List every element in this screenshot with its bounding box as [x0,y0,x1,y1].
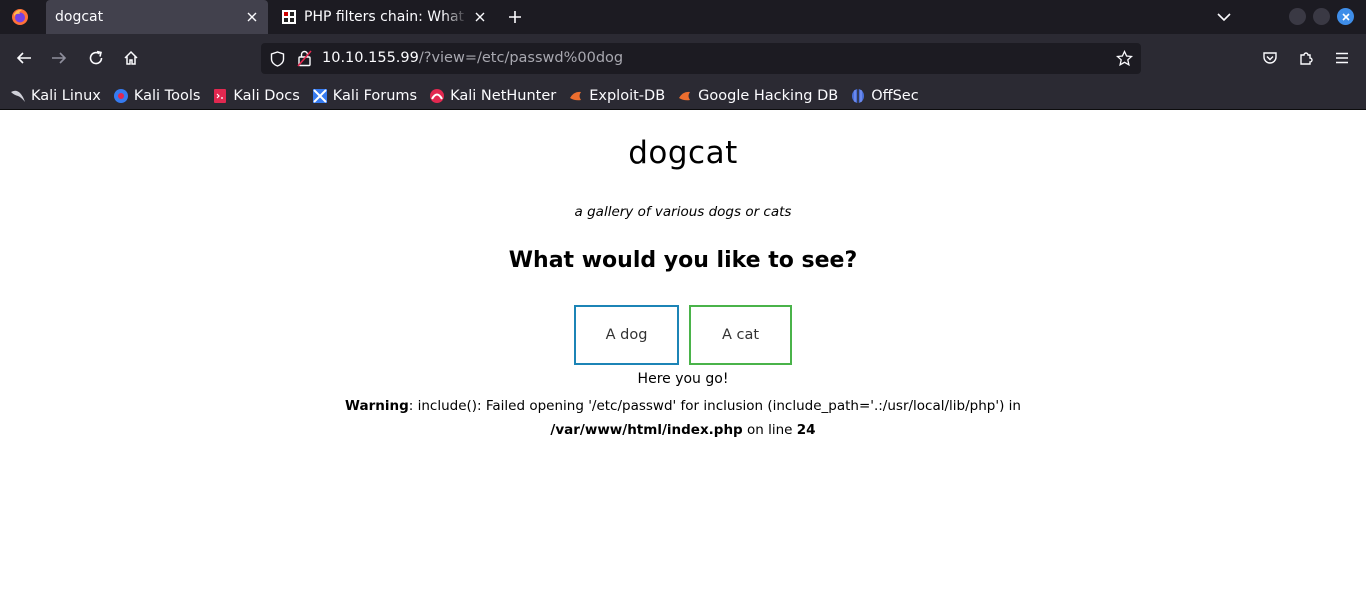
close-tab-icon[interactable] [468,5,492,29]
url-text[interactable]: 10.10.155.99/?view=/etc/passwd%00dog [322,50,623,66]
warning-line-number: 24 [796,422,816,438]
bookmark-star-icon[interactable] [1116,50,1133,67]
bookmark-google-hacking-db[interactable]: Google Hacking DB [677,88,838,104]
bookmark-label: OffSec [871,87,919,104]
list-all-tabs-button[interactable] [1212,5,1236,29]
bookmark-kali-docs[interactable]: Kali Docs [212,87,300,104]
bookmarks-toolbar: Kali Linux Kali Tools Kali Docs Kali For… [0,82,1366,110]
bookmark-label: Kali NetHunter [450,87,557,104]
bookmark-label: Kali Linux [31,87,101,104]
forward-button[interactable] [47,46,71,70]
tab-title: dogcat [55,9,104,25]
warning-file: /var/www/html/index.php [550,422,743,438]
favicon-icon [282,10,296,24]
hamburger-menu-icon [1336,52,1348,64]
bookmark-kali-linux[interactable]: Kali Linux [10,88,101,104]
app-menu-button[interactable] [1330,46,1354,70]
url-path: /?view=/etc/passwd%00dog [418,50,624,66]
puzzle-icon [1300,52,1313,65]
extensions-button[interactable] [1294,46,1318,70]
new-tab-button[interactable] [503,5,527,29]
kali-linux-icon [11,90,25,102]
offsec-icon [852,88,865,103]
pocket-button[interactable] [1258,46,1282,70]
bookmark-offsec[interactable]: OffSec [850,88,919,104]
navigation-toolbar: 10.10.155.99/?view=/etc/passwd%00dog [0,34,1366,82]
insecure-lock-icon[interactable] [297,50,312,67]
close-window-button[interactable] [1337,8,1354,25]
address-bar[interactable]: 10.10.155.99/?view=/etc/passwd%00dog [261,43,1141,74]
home-button[interactable] [119,46,143,70]
kali-tools-icon [113,88,128,103]
plus-icon [509,11,521,23]
bookmark-label: Kali Docs [233,87,300,104]
home-icon [124,50,138,65]
tab-dogcat[interactable]: dogcat [46,0,268,34]
back-button[interactable] [12,46,36,70]
minimize-button[interactable] [1289,8,1306,25]
reload-button[interactable] [84,46,108,70]
shield-icon[interactable] [270,51,285,67]
close-icon [1341,12,1350,21]
exploit-db-icon [570,91,582,100]
site-subtitle: a gallery of various dogs or cats [574,204,792,220]
bookmark-label: Exploit-DB [589,87,666,104]
warning-label: Warning [345,398,409,414]
page-content: dogcat a gallery of various dogs or cats… [0,110,1366,589]
bookmark-kali-tools[interactable]: Kali Tools [113,87,201,104]
tab-php-filters[interactable]: PHP filters chain: What is [274,0,496,34]
close-tab-icon[interactable] [240,5,264,29]
chevron-down-icon [1217,13,1231,22]
kali-forums-icon [312,88,327,103]
warning-message: : include(): Failed opening '/etc/passwd… [408,398,1021,414]
google-hacking-db-icon [679,91,691,100]
cat-button[interactable]: A cat [689,305,792,365]
kali-nethunter-icon [430,88,445,103]
bookmark-kali-nethunter[interactable]: Kali NetHunter [429,88,556,104]
result-text: Here you go! [637,371,729,387]
firefox-icon[interactable] [11,8,29,26]
maximize-button[interactable] [1313,8,1330,25]
arrow-right-icon [52,52,67,64]
bookmark-kali-forums[interactable]: Kali Forums [312,88,417,104]
tab-strip: dogcat PHP filters chain: What is [0,0,1366,34]
url-host: 10.10.155.99 [322,50,419,66]
bookmark-label: Kali Tools [133,87,201,104]
php-warning: Warning: include(): Failed opening '/etc… [270,394,1096,442]
kali-docs-icon [214,88,227,103]
warning-on-line: on line [742,422,797,438]
question-heading: What would you like to see? [508,248,858,273]
bookmark-label: Google Hacking DB [698,87,839,104]
site-title: dogcat [628,135,738,171]
pocket-icon [1263,52,1277,64]
bookmark-exploit-db[interactable]: Exploit-DB [568,88,665,104]
tab-title: PHP filters chain: What is [304,9,468,25]
bookmark-label: Kali Forums [332,87,418,104]
reload-icon [89,50,103,65]
arrow-left-icon [16,52,31,64]
dog-button[interactable]: A dog [574,305,679,365]
